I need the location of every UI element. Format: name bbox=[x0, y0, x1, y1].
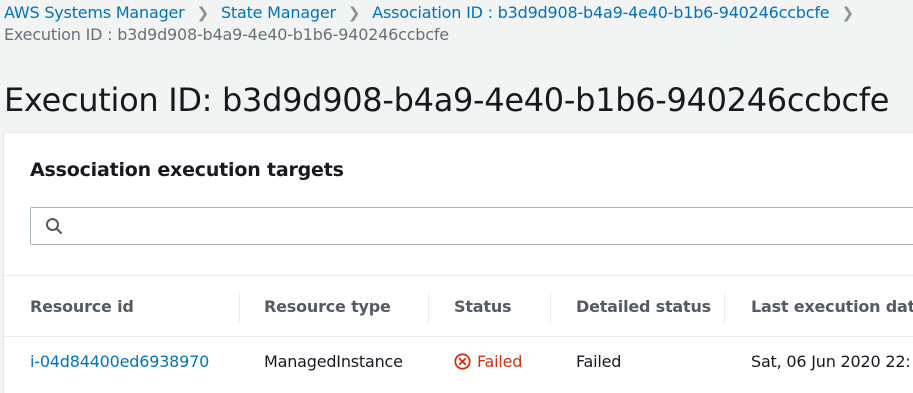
association-execution-targets-panel: Association execution targets Resource i… bbox=[4, 132, 913, 393]
resource-type-cell: ManagedInstance bbox=[264, 352, 403, 371]
detailed-status-cell: Failed bbox=[576, 352, 622, 371]
column-header-detailed-status[interactable]: Detailed status bbox=[576, 292, 711, 322]
table-row: i-04d84400ed6938970 ManagedInstance Fail… bbox=[4, 337, 913, 387]
error-circle-icon bbox=[454, 353, 471, 370]
column-header-resource-type[interactable]: Resource type bbox=[264, 292, 391, 322]
search-input[interactable] bbox=[73, 212, 913, 240]
column-header-last-execution-date[interactable]: Last execution date bbox=[751, 292, 913, 322]
table-header: Resource id Resource type Status Detaile… bbox=[4, 276, 913, 337]
panel-title: Association execution targets bbox=[30, 159, 344, 181]
column-divider[interactable] bbox=[428, 292, 429, 322]
column-header-resource-id[interactable]: Resource id bbox=[30, 292, 134, 322]
search-box[interactable] bbox=[30, 207, 913, 245]
chevron-right-icon: ❯ bbox=[841, 4, 854, 22]
breadcrumb-state-manager[interactable]: State Manager bbox=[221, 3, 336, 22]
targets-table: Resource id Resource type Status Detaile… bbox=[4, 275, 913, 387]
chevron-right-icon: ❯ bbox=[196, 4, 210, 22]
breadcrumb-systems-manager[interactable]: AWS Systems Manager bbox=[4, 3, 185, 22]
breadcrumb-current-execution: Execution ID : b3d9d908-b4a9-4e40-b1b6-9… bbox=[4, 25, 449, 44]
breadcrumb-association-id[interactable]: Association ID : b3d9d908-b4a9-4e40-b1b6… bbox=[372, 3, 829, 22]
chevron-right-icon: ❯ bbox=[347, 4, 361, 22]
column-header-status[interactable]: Status bbox=[454, 292, 512, 322]
column-divider[interactable] bbox=[550, 292, 551, 322]
breadcrumb: AWS Systems Manager ❯ State Manager ❯ Associ… bbox=[4, 2, 909, 46]
resource-id-link[interactable]: i-04d84400ed6938970 bbox=[30, 349, 209, 375]
column-divider[interactable] bbox=[239, 292, 240, 322]
page-title: Execution ID: b3d9d908-b4a9-4e40-b1b6-94… bbox=[4, 81, 890, 119]
status-text: Failed bbox=[477, 352, 523, 371]
column-divider[interactable] bbox=[724, 292, 725, 322]
last-execution-date-cell: Sat, 06 Jun 2020 22: bbox=[751, 352, 911, 371]
status-badge: Failed bbox=[454, 349, 522, 375]
search-icon bbox=[46, 218, 62, 234]
